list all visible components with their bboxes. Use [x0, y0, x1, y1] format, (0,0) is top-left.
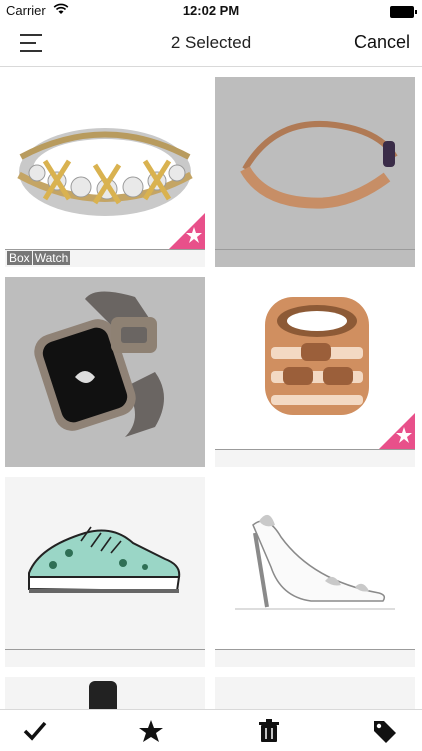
clock: 12:02 PM — [182, 3, 240, 18]
status-bar: Carrier 12:02 PM — [0, 0, 422, 22]
tab-bar — [0, 709, 422, 751]
card-divider — [215, 649, 415, 650]
battery-icon — [390, 6, 417, 18]
card-divider — [215, 249, 415, 250]
cancel-button[interactable]: Cancel — [354, 32, 410, 53]
trash-icon[interactable] — [256, 718, 282, 744]
grid-item-rose-gold-ring[interactable] — [215, 277, 415, 467]
tag-icon[interactable] — [372, 718, 398, 744]
tag-label: Box Watch — [7, 251, 71, 265]
product-image-rose-gold-ring — [215, 277, 415, 449]
product-image-partial-2 — [215, 677, 415, 709]
card-divider — [215, 449, 415, 450]
card-divider — [5, 249, 205, 250]
grid-item-partial-2[interactable] — [215, 677, 415, 709]
favorite-badge — [169, 213, 205, 249]
star-icon[interactable] — [138, 718, 164, 744]
grid-item-diamond-ring[interactable]: Box Watch — [5, 77, 205, 267]
product-image-bracelet — [215, 77, 415, 249]
product-image-sneaker — [5, 477, 205, 649]
product-image-partial-1 — [5, 677, 205, 709]
grid-item-heel[interactable] — [215, 477, 415, 667]
product-image-diamond-ring — [5, 77, 205, 249]
grid-item-partial-1[interactable] — [5, 677, 205, 709]
grid-item-bracelet[interactable] — [215, 77, 415, 267]
checkmark-icon[interactable] — [22, 718, 48, 744]
tag-box: Box — [7, 251, 32, 265]
product-image-watch — [5, 277, 205, 449]
tag-watch: Watch — [32, 251, 71, 265]
product-image-heel — [215, 477, 415, 649]
grid-item-sneaker[interactable] — [5, 477, 205, 667]
product-grid: Box Watch — [0, 67, 422, 709]
grid-item-watch[interactable] — [5, 277, 205, 467]
card-divider — [5, 649, 205, 650]
navigation-bar: 2 Selected Cancel — [0, 22, 422, 67]
favorite-badge — [379, 413, 415, 449]
